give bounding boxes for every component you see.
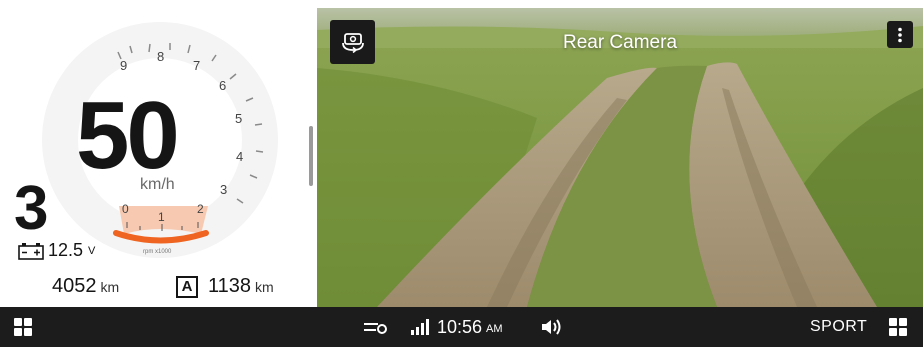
split-resize-handle[interactable]: [309, 126, 313, 186]
trip-a-badge: A: [176, 275, 198, 298]
drive-mode-label: SPORT: [810, 318, 868, 335]
rpm-label-1: 1: [158, 210, 165, 224]
battery-voltage: 12.5: [48, 240, 84, 260]
volume-icon: [542, 319, 561, 335]
apps-grid-icon: [14, 318, 32, 336]
clock: 10:56 AM: [437, 307, 503, 347]
trip-meter: A 1138 km: [176, 275, 274, 298]
odometer-unit: km: [100, 279, 120, 295]
gear-indicator: 3: [14, 174, 49, 243]
rear-camera-view: Rear Camera: [317, 8, 923, 307]
drive-mode-button[interactable]: SPORT: [810, 307, 867, 347]
clock-ampm: AM: [486, 323, 503, 335]
camera-title: Rear Camera: [562, 32, 678, 53]
speed-dial-label-7: 7: [193, 58, 201, 73]
battery-readout: 12.5 V: [18, 240, 95, 261]
battery-unit: V: [88, 244, 96, 257]
odometer-value: 4052: [52, 275, 97, 297]
trip-value: 1138: [208, 275, 252, 297]
apps-button-left[interactable]: [14, 307, 32, 347]
bottom-status-bar: 10:56 AM SPORT: [0, 307, 923, 347]
rpm-label-2: 2: [197, 202, 204, 216]
speed-dial-label-3: 3: [220, 182, 228, 197]
speed-dial-label-4: 4: [236, 149, 244, 164]
speed-dial-label-9: 9: [120, 58, 128, 73]
speed-dial-label-8: 8: [157, 49, 165, 64]
vehicle-display: 9 8 7 6 5 4 3 0 1 2 rpm x1000 50 km/h 3 …: [0, 0, 923, 347]
odometer: 4052 km: [52, 275, 119, 298]
trip-unit: km: [255, 279, 274, 295]
rpm-label-0: 0: [122, 202, 129, 216]
key-icon: [364, 323, 387, 334]
speed-dial-label-6: 6: [219, 78, 227, 93]
signal-icon: [411, 319, 429, 335]
signal-status: [410, 307, 432, 347]
more-vertical-icon: [898, 27, 902, 42]
key-status[interactable]: [362, 307, 388, 347]
clock-time: 10:56: [437, 316, 483, 337]
volume-button[interactable]: [540, 307, 564, 347]
rpm-caption: rpm x1000: [143, 249, 172, 255]
instrument-cluster: 9 8 7 6 5 4 3 0 1 2 rpm x1000 50 km/h 3 …: [0, 0, 316, 307]
camera-menu-button[interactable]: [887, 21, 913, 48]
battery-icon: [18, 242, 44, 260]
apps-button-right[interactable]: [889, 307, 907, 347]
speed-dial-label-5: 5: [235, 111, 243, 126]
speed-readout: 50: [76, 82, 180, 189]
apps-grid-icon: [889, 318, 907, 336]
speed-unit: km/h: [140, 176, 175, 193]
